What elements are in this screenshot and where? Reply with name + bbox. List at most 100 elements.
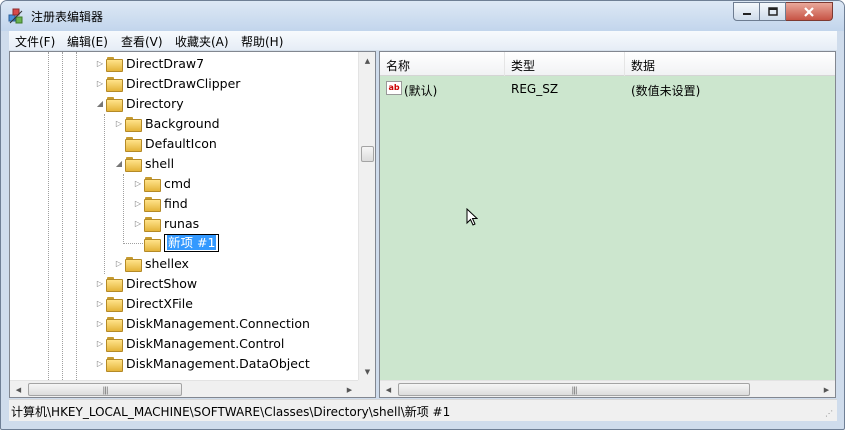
tree-horizontal-scrollbar[interactable]: ◀ ||| ▶ [10,380,358,397]
collapse-arrow-icon[interactable]: ◢ [113,159,125,168]
tree-node-background[interactable]: ▷ Background [113,113,220,133]
resize-grip-icon[interactable]: ⋰ [825,409,835,419]
menu-view[interactable]: 查看(V) [121,33,163,50]
scroll-right-arrow-icon[interactable]: ▶ [818,381,835,397]
maximize-button[interactable] [760,2,786,21]
folder-icon [125,256,142,272]
folder-icon [106,296,123,312]
tree-node-label: DirectDrawClipper [126,75,241,91]
tree-node-runas[interactable]: ▷ runas [132,213,199,233]
folder-icon [144,236,161,252]
minimize-button[interactable] [733,2,760,21]
expand-arrow-icon[interactable]: ▷ [94,359,106,368]
expand-arrow-icon[interactable]: ▷ [113,119,125,128]
folder-open-icon [106,96,123,112]
scroll-grip-icon: ||| [571,385,577,394]
tree-node-shellex[interactable]: ▷ shellex [113,253,189,273]
tree-node-new-key[interactable]: 新项 #1 [132,233,220,253]
tree-node-directxfile[interactable]: ▷ DirectXFile [94,293,193,313]
tree-node-diskmanagement-connection[interactable]: ▷ DiskManagement.Connection [94,313,310,333]
column-separator[interactable] [624,52,625,76]
scroll-down-arrow-icon[interactable]: ▼ [359,363,375,380]
tree-node-label: shellex [145,255,189,271]
menu-file[interactable]: 文件(F) [15,33,55,50]
tree-node-label: DiskManagement.DataObject [126,355,310,371]
column-header-type[interactable]: 类型 [511,57,535,74]
folder-icon [144,196,161,212]
tree-vertical-scroll-thumb[interactable] [361,146,374,162]
value-data: (数值未设置) [631,84,701,98]
tree-node-label: DefaultIcon [145,135,217,151]
folder-icon [106,76,123,92]
expand-arrow-icon[interactable]: ▷ [94,339,106,348]
tree-vertical-scrollbar[interactable]: ▲ ▼ [358,52,375,380]
key-tree-pane[interactable]: ▷ DirectDraw7 ▷ DirectDrawClipper ◢ Dire… [9,51,376,398]
tree-guide-line [48,52,49,382]
value-type: REG_SZ [511,82,559,96]
folder-open-icon [125,156,142,172]
minimize-icon [742,12,751,15]
menu-favorites[interactable]: 收藏夹(A) [175,33,229,50]
tree-node-diskmanagement-dataobject[interactable]: ▷ DiskManagement.DataObject [94,353,310,373]
folder-icon [144,216,161,232]
tree-horizontal-scroll-thumb[interactable]: ||| [28,383,182,396]
tree-node-directdrawclipper[interactable]: ▷ DirectDrawClipper [94,73,240,93]
tree-guide-line [76,52,77,382]
expand-arrow-icon[interactable]: ▷ [113,259,125,268]
collapse-arrow-icon[interactable]: ◢ [94,99,106,108]
tree-node-label: DirectShow [126,275,198,291]
scroll-left-arrow-icon[interactable]: ◀ [10,381,27,397]
status-bar: 计算机\HKEY_LOCAL_MACHINE\SOFTWARE\Classes\… [9,399,837,421]
tree-node-cmd[interactable]: ▷ cmd [132,173,191,193]
rename-key-input[interactable]: 新项 #1 [164,234,220,252]
tree-node-label: cmd [164,175,191,191]
string-value-icon: ab [386,81,402,95]
tree-node-directdraw7[interactable]: ▷ DirectDraw7 [94,53,204,73]
column-header-name[interactable]: 名称 [386,57,410,74]
menu-help[interactable]: 帮助(H) [241,33,283,50]
column-separator[interactable] [504,52,505,76]
tree-guide-line [62,52,63,382]
expand-arrow-icon[interactable]: ▷ [94,299,106,308]
column-header-data[interactable]: 数据 [631,57,655,74]
tree-node-defaulticon[interactable]: DefaultIcon [113,133,217,153]
menu-edit[interactable]: 编辑(E) [67,33,108,50]
close-icon [804,6,814,17]
folder-icon [106,336,123,352]
expand-arrow-icon[interactable]: ▷ [132,199,144,208]
folder-icon [144,176,161,192]
expand-arrow-icon[interactable]: ▷ [94,279,106,288]
folder-icon [106,356,123,372]
tree-node-label: DirectDraw7 [126,55,205,71]
mouse-pointer-icon [466,208,478,226]
window-title: 注册表编辑器 [31,10,104,24]
scroll-right-arrow-icon[interactable]: ▶ [341,381,358,397]
expand-arrow-icon[interactable]: ▷ [94,79,106,88]
title-bar[interactable]: 注册表编辑器 [1,1,844,31]
list-horizontal-scrollbar[interactable]: ◀ ||| ▶ [380,380,835,397]
folder-icon [106,56,123,72]
list-horizontal-scroll-thumb[interactable]: ||| [398,383,750,396]
tree-node-diskmanagement-control[interactable]: ▷ DiskManagement.Control [94,333,284,353]
folder-icon [106,276,123,292]
expand-arrow-icon[interactable]: ▷ [94,319,106,328]
tree-node-shell[interactable]: ◢ shell [113,153,174,173]
value-list-pane[interactable]: 名称 类型 数据 ab (默认) REG_SZ (数值未设置) ◀ ||| ▶ [379,51,836,398]
folder-icon [106,316,123,332]
close-button[interactable] [786,2,833,21]
expand-arrow-icon[interactable]: ▷ [132,179,144,188]
scroll-up-arrow-icon[interactable]: ▲ [359,52,375,69]
expand-arrow-icon[interactable]: ▷ [132,219,144,228]
list-header: 名称 类型 数据 [380,52,835,76]
tree-node-find[interactable]: ▷ find [132,193,188,213]
tree-node-label: Background [145,115,220,131]
tree-node-directory[interactable]: ◢ Directory [94,93,184,113]
registry-editor-window: 注册表编辑器 文件(F) 编辑(E) 查看(V) 收藏夹(A) 帮助(H) ▷ … [0,0,845,430]
tree-node-directshow[interactable]: ▷ DirectShow [94,273,197,293]
rename-key-text: 新项 #1 [167,235,217,250]
tree-node-label: shell [145,155,175,171]
scroll-grip-icon: ||| [102,385,108,394]
folder-icon [125,136,142,152]
expand-arrow-icon[interactable]: ▷ [94,59,106,68]
scroll-left-arrow-icon[interactable]: ◀ [380,381,397,397]
